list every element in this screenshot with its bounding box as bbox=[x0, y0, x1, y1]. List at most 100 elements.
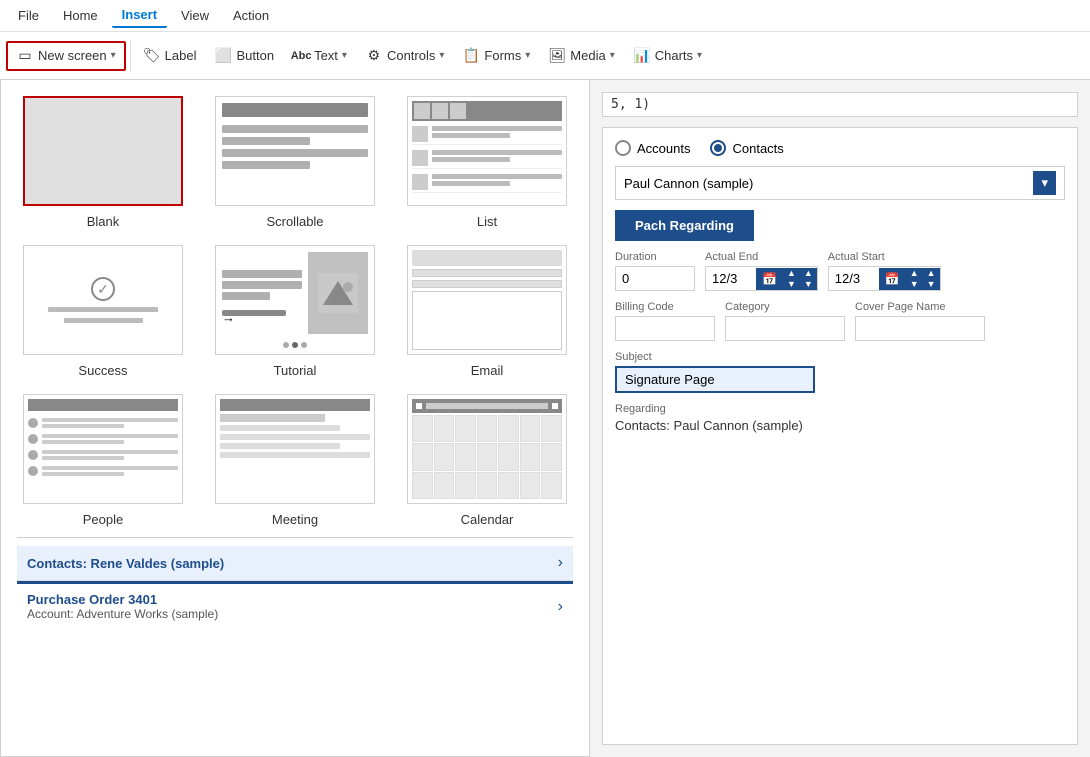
screen-type-success[interactable]: ✓ Success bbox=[17, 245, 189, 378]
screen-type-list[interactable]: List bbox=[401, 96, 573, 229]
radio-contacts[interactable]: Contacts bbox=[710, 140, 783, 156]
calendar-label: Calendar bbox=[461, 512, 514, 527]
screen-type-tutorial[interactable]: → bbox=[209, 245, 381, 378]
calendar-next-arrow bbox=[552, 403, 558, 409]
cal-cell-7 bbox=[541, 415, 562, 442]
select-box[interactable]: Paul Cannon (sample) ▾ bbox=[615, 166, 1065, 200]
right-panel: 5, 1) Accounts Contacts Paul Cannon (sam… bbox=[590, 80, 1090, 757]
meeting-thumb-content bbox=[216, 395, 374, 503]
radio-accounts[interactable]: Accounts bbox=[615, 140, 690, 156]
button-icon: ⬜ bbox=[214, 47, 232, 65]
cal-cell-18 bbox=[477, 472, 498, 499]
actual-end-date-field: 📅 ▲ ▼ ▲ ▼ bbox=[705, 266, 818, 291]
people-dot-3 bbox=[28, 450, 38, 460]
category-input[interactable] bbox=[725, 316, 845, 341]
list-item-title-0: Contacts: Rene Valdes (sample) bbox=[27, 556, 550, 571]
cal-cell-8 bbox=[412, 443, 433, 470]
menu-insert[interactable]: Insert bbox=[112, 3, 167, 28]
text-chevron: ▾ bbox=[342, 50, 347, 61]
actual-start-date-field: 📅 ▲ ▼ ▲ ▼ bbox=[828, 266, 941, 291]
actual-end-calendar-icon[interactable]: 📅 bbox=[756, 268, 783, 290]
select-value: Paul Cannon (sample) bbox=[624, 176, 753, 191]
screen-type-scrollable[interactable]: Scrollable bbox=[209, 96, 381, 229]
menu-home[interactable]: Home bbox=[53, 4, 108, 27]
list-item-1[interactable]: Purchase Order 3401 Account: Adventure W… bbox=[17, 581, 573, 629]
radio-group: Accounts Contacts bbox=[615, 140, 1065, 156]
screen-type-blank[interactable]: Blank bbox=[17, 96, 189, 229]
menu-file[interactable]: File bbox=[8, 4, 49, 27]
cover-page-name-input[interactable] bbox=[855, 316, 985, 341]
success-label: Success bbox=[78, 363, 127, 378]
charts-button[interactable]: 📊 Charts ▾ bbox=[625, 43, 710, 69]
media-button[interactable]: 🖼 Media ▾ bbox=[540, 43, 622, 69]
people-row-2 bbox=[28, 432, 178, 446]
email-row-1 bbox=[412, 269, 562, 277]
people-thumb bbox=[23, 394, 183, 504]
scrollable-row-2 bbox=[222, 137, 310, 145]
menu-view[interactable]: View bbox=[171, 4, 219, 27]
people-lines-4 bbox=[42, 466, 178, 476]
menu-action[interactable]: Action bbox=[223, 4, 279, 27]
actual-start-calendar-icon[interactable]: 📅 bbox=[879, 268, 906, 290]
meeting-line-2 bbox=[220, 434, 370, 440]
formula-bar: 5, 1) bbox=[602, 92, 1078, 117]
actual-end-up-2[interactable]: ▲ bbox=[800, 268, 817, 279]
tutorial-label: Tutorial bbox=[274, 363, 317, 378]
select-dropdown-btn[interactable]: ▾ bbox=[1033, 171, 1056, 195]
button-button[interactable]: ⬜ Button bbox=[206, 43, 282, 69]
screen-type-people[interactable]: People bbox=[17, 394, 189, 527]
people-line-4 bbox=[42, 440, 124, 444]
cal-cell-21 bbox=[541, 472, 562, 499]
billing-code-input[interactable] bbox=[615, 316, 715, 341]
cal-cell-6 bbox=[520, 415, 541, 442]
actual-start-up[interactable]: ▲ bbox=[906, 268, 923, 279]
actual-end-field: Actual End 📅 ▲ ▼ ▲ ▼ bbox=[705, 251, 818, 291]
tut-dot-1 bbox=[283, 342, 289, 348]
screen-type-calendar[interactable]: Calendar bbox=[401, 394, 573, 527]
list-item-0[interactable]: Contacts: Rene Valdes (sample) › bbox=[17, 546, 573, 581]
people-line-3 bbox=[42, 434, 178, 438]
subject-input[interactable] bbox=[615, 366, 815, 393]
actual-end-up[interactable]: ▲ bbox=[783, 268, 800, 279]
controls-button[interactable]: ⚙ Controls ▾ bbox=[357, 43, 452, 69]
actual-end-input[interactable] bbox=[706, 267, 756, 290]
success-line-1 bbox=[48, 307, 159, 312]
blank-thumb-content bbox=[25, 98, 181, 204]
media-icon: 🖼 bbox=[548, 47, 566, 65]
subject-label: Subject bbox=[615, 351, 1065, 363]
people-line-8 bbox=[42, 472, 124, 476]
text-button[interactable]: Abc Text ▾ bbox=[284, 43, 355, 69]
success-thumb: ✓ bbox=[23, 245, 183, 355]
billing-code-label: Billing Code bbox=[615, 301, 715, 313]
cal-cell-14 bbox=[541, 443, 562, 470]
list-row-lines-3 bbox=[432, 174, 562, 186]
regarding-section: Regarding Contacts: Paul Cannon (sample) bbox=[615, 403, 1065, 433]
list-item-title-1: Purchase Order 3401 bbox=[27, 592, 550, 607]
actual-end-spinner-2: ▲ ▼ bbox=[800, 268, 817, 290]
label-button[interactable]: 🏷 Label bbox=[135, 43, 205, 69]
regarding-label: Regarding bbox=[615, 403, 1065, 415]
list-row-img bbox=[412, 126, 428, 142]
tutorial-text: → bbox=[222, 252, 302, 334]
actual-start-down-2[interactable]: ▼ bbox=[923, 279, 940, 290]
duration-label: Duration bbox=[615, 251, 695, 263]
tut-row-1 bbox=[222, 270, 302, 278]
actual-end-down-2[interactable]: ▼ bbox=[800, 279, 817, 290]
forms-button[interactable]: 📋 Forms ▾ bbox=[454, 43, 538, 69]
duration-input[interactable] bbox=[615, 266, 695, 291]
actual-start-input[interactable] bbox=[829, 267, 879, 290]
list-items-section: Contacts: Rene Valdes (sample) › Purchas… bbox=[17, 537, 573, 629]
ribbon: ▭ New screen ▾ 🏷 Label ⬜ Button Abc Text… bbox=[0, 32, 1090, 80]
actual-start-up-2[interactable]: ▲ bbox=[923, 268, 940, 279]
people-dot-1 bbox=[28, 418, 38, 428]
screen-type-email[interactable]: Email bbox=[401, 245, 573, 378]
list-row-lines-2 bbox=[432, 150, 562, 162]
scrollable-row-4 bbox=[222, 161, 310, 169]
tutorial-top: → bbox=[222, 252, 368, 334]
actual-start-down[interactable]: ▼ bbox=[906, 279, 923, 290]
calendar-prev-arrow bbox=[416, 403, 422, 409]
screen-type-meeting[interactable]: Meeting bbox=[209, 394, 381, 527]
patch-button[interactable]: Pach Regarding bbox=[615, 210, 754, 241]
new-screen-button[interactable]: ▭ New screen ▾ bbox=[6, 41, 126, 71]
actual-end-down[interactable]: ▼ bbox=[783, 279, 800, 290]
